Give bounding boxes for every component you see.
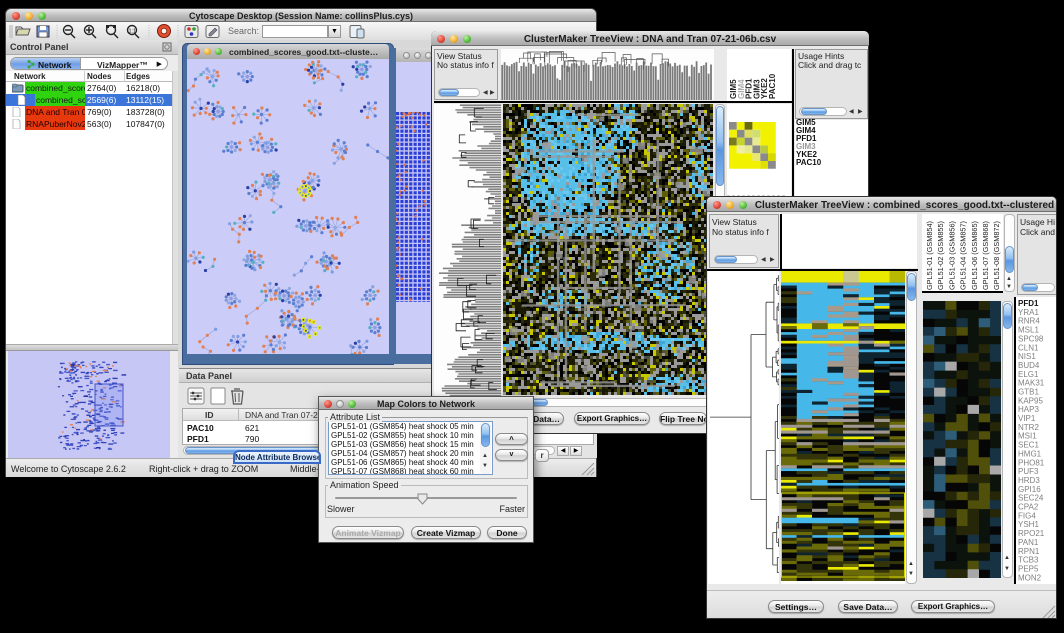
- svg-text:GPI16: GPI16: [1018, 485, 1041, 494]
- svg-text:RNR4: RNR4: [1018, 317, 1040, 326]
- svg-text:PAC10: PAC10: [768, 73, 777, 99]
- svg-text:1:1: 1:1: [129, 29, 137, 35]
- svg-text:HMG1: HMG1: [1018, 449, 1042, 458]
- svg-text:GPL51-01 (GSM854): GPL51-01 (GSM854): [925, 221, 934, 290]
- svg-text:YRA1: YRA1: [1018, 308, 1039, 317]
- svg-text:PEP5: PEP5: [1018, 565, 1039, 574]
- svg-text:BUD4: BUD4: [1018, 361, 1040, 370]
- svg-text:CLN1: CLN1: [1018, 343, 1039, 352]
- svg-text:HRD3: HRD3: [1018, 476, 1040, 485]
- svg-text:GPL51-07 (GSM868): GPL51-07 (GSM868): [981, 221, 990, 290]
- svg-text:PHO81: PHO81: [1018, 458, 1045, 467]
- svg-text:VIP1: VIP1: [1018, 414, 1036, 423]
- svg-text:YSH1: YSH1: [1018, 520, 1039, 529]
- svg-text:MAK31: MAK31: [1018, 379, 1045, 388]
- svg-text:FIG4: FIG4: [1018, 511, 1036, 520]
- svg-text:GPL51-06 (GSM865): GPL51-06 (GSM865): [970, 221, 979, 290]
- svg-text:GPL51-02 (GSM855): GPL51-02 (GSM855): [936, 221, 945, 290]
- svg-text:GTB1: GTB1: [1018, 388, 1039, 397]
- svg-text:RPN1: RPN1: [1018, 547, 1040, 556]
- svg-text:KAP95: KAP95: [1018, 396, 1043, 405]
- svg-text:TCB3: TCB3: [1018, 556, 1039, 565]
- svg-text:SEC1: SEC1: [1018, 441, 1039, 450]
- svg-text:PAN1: PAN1: [1018, 538, 1039, 547]
- svg-text:SPC98: SPC98: [1018, 334, 1044, 343]
- svg-text:CPA2: CPA2: [1018, 503, 1039, 512]
- svg-text:HAP3: HAP3: [1018, 405, 1039, 414]
- svg-text:MSI1: MSI1: [1018, 432, 1037, 441]
- svg-text:GPL51-08 (GSM872): GPL51-08 (GSM872): [992, 221, 1001, 290]
- svg-text:ELG1: ELG1: [1018, 370, 1039, 379]
- svg-text:MON2: MON2: [1018, 573, 1042, 582]
- svg-text:PUF3: PUF3: [1018, 467, 1039, 476]
- svg-text:GPL51-03 (GSM856): GPL51-03 (GSM856): [947, 221, 956, 290]
- svg-text:PFD1: PFD1: [1018, 299, 1039, 308]
- svg-text:NTR2: NTR2: [1018, 423, 1039, 432]
- svg-text:MSL1: MSL1: [1018, 326, 1039, 335]
- svg-text:RPO21: RPO21: [1018, 529, 1045, 538]
- svg-text:GPL51-04 (GSM857): GPL51-04 (GSM857): [959, 221, 968, 290]
- svg-text:SEC24: SEC24: [1018, 494, 1044, 503]
- svg-text:NIS1: NIS1: [1018, 352, 1036, 361]
